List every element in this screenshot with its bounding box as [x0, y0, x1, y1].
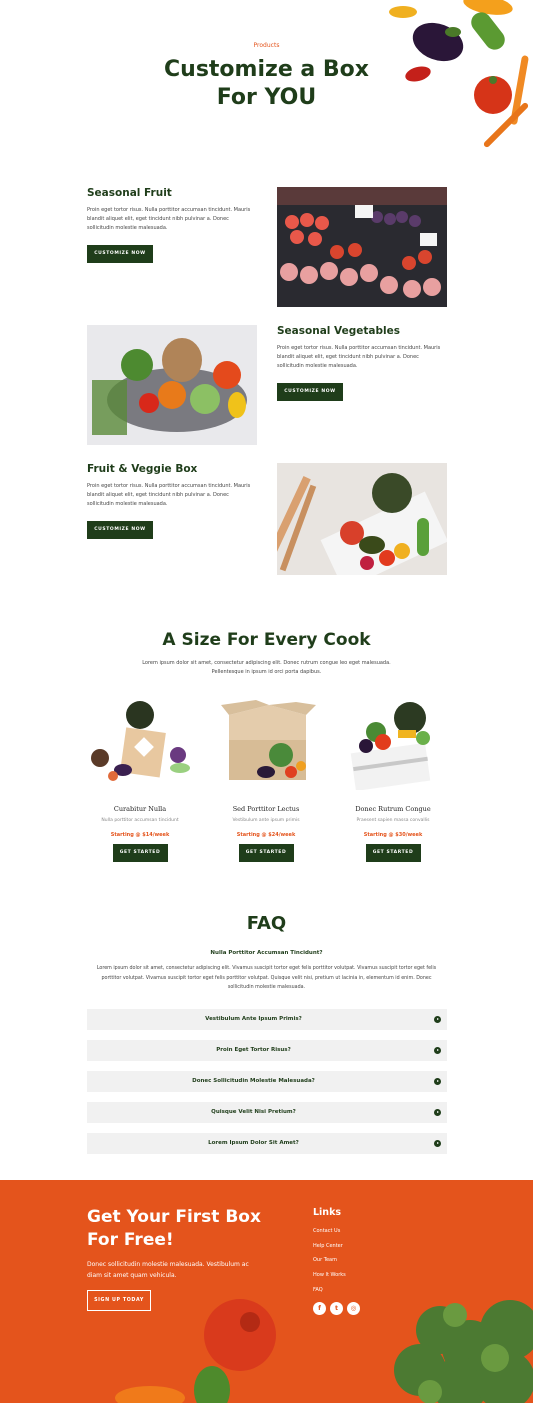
footer-link-faq[interactable]: FAQ	[313, 1287, 323, 1293]
feature-title: Seasonal Fruit	[87, 187, 172, 199]
get-started-button[interactable]: GET STARTED	[238, 844, 294, 862]
footer-link-our-team[interactable]: Our Team	[313, 1257, 337, 1263]
footer-text: Donec sollicitudin molestie malesuada. V…	[87, 1261, 249, 1279]
faq-item-label: Vestibulum Ante Ipsum Primis?	[205, 1016, 302, 1022]
facebook-icon[interactable]: f	[313, 1302, 326, 1315]
faq-open-question[interactable]: Nulla Porttitor Accumsan Tincidunt?	[0, 950, 533, 956]
size-card: Donec Rutrum Congue Praesent sapien mass…	[338, 700, 448, 862]
hero-section: Products Customize a Box For YOU	[0, 0, 533, 150]
feature-title: Fruit & Veggie Box	[87, 463, 198, 475]
get-started-button[interactable]: GET STARTED	[112, 844, 168, 862]
feature-title: Seasonal Vegetables	[277, 325, 400, 337]
card-price: Starting @ $30/week	[363, 832, 423, 838]
faq-item[interactable]: Quisque Velit Nisi Pretium?	[87, 1102, 447, 1123]
faq-item[interactable]: Proin Eget Tortor Risus?	[87, 1040, 447, 1061]
faq-open-answer: Lorem ipsum dolor sit amet, consectetur …	[96, 966, 437, 990]
footer-title: Get Your First Box For Free!	[87, 1207, 261, 1250]
customize-now-button[interactable]: CUSTOMIZE NOW	[87, 245, 153, 263]
twitter-icon[interactable]: t	[330, 1302, 343, 1315]
faq-item[interactable]: Lorem Ipsum Dolor Sit Amet?	[87, 1133, 447, 1154]
sign-up-button[interactable]: SIGN UP TODAY	[87, 1290, 151, 1311]
sizes-description: Lorem ipsum dolor sit amet, consectetur …	[142, 660, 391, 675]
customize-now-button[interactable]: CUSTOMIZE NOW	[277, 383, 343, 401]
faq-title: FAQ	[246, 913, 287, 934]
faq-item-label: Lorem Ipsum Dolor Sit Amet?	[208, 1140, 299, 1146]
feature-body: Proin eget tortor risus. Nulla porttitor…	[87, 483, 251, 507]
customize-now-button[interactable]: CUSTOMIZE NOW	[87, 521, 153, 539]
card-title: Sed Porttitor Lectus	[232, 805, 300, 813]
expand-icon[interactable]	[434, 1078, 441, 1085]
faq-item-label: Proin Eget Tortor Risus?	[216, 1047, 291, 1053]
card-subtitle: Praesent sapien massa convallis	[356, 818, 430, 823]
get-started-button[interactable]: GET STARTED	[365, 844, 421, 862]
card-price: Starting @ $24/week	[236, 832, 296, 838]
sizes-title: A Size For Every Cook	[162, 630, 371, 650]
footer-link-contact-us[interactable]: Contact Us	[313, 1228, 340, 1234]
footer-link-help-center[interactable]: Help Center	[313, 1243, 343, 1249]
vegetable-basket-image	[87, 325, 257, 445]
hero-title: Customize a Box For YOU	[164, 57, 369, 110]
expand-icon[interactable]	[434, 1140, 441, 1147]
box-large-image	[350, 702, 431, 791]
faq-item-label: Donec Sollicitudin Molestie Malesuada?	[192, 1078, 315, 1084]
card-title: Donec Rutrum Congue	[355, 805, 431, 813]
instagram-icon[interactable]: ◎	[347, 1302, 360, 1315]
card-subtitle: Vestibulum ante ipsum primis	[232, 818, 300, 823]
expand-icon[interactable]	[434, 1016, 441, 1023]
fruit-market-image	[277, 187, 447, 307]
box-small-image	[91, 701, 190, 781]
size-card: Sed Porttitor Lectus Vestibulum ante ips…	[211, 700, 321, 862]
veggie-box-image	[277, 463, 447, 575]
box-medium-image	[221, 700, 316, 780]
card-title: Curabitur Nulla	[113, 805, 167, 813]
card-subtitle: Nulla porttitor accumsan tincidunt	[101, 818, 179, 823]
card-price: Starting @ $14/week	[110, 832, 170, 838]
faq-item-label: Quisque Velit Nisi Pretium?	[211, 1109, 296, 1115]
feature-body: Proin eget tortor risus. Nulla porttitor…	[87, 207, 251, 231]
expand-icon[interactable]	[434, 1109, 441, 1116]
links-heading: Links	[313, 1207, 342, 1218]
expand-icon[interactable]	[434, 1047, 441, 1054]
faq-item[interactable]: Vestibulum Ante Ipsum Primis?	[87, 1009, 447, 1030]
faq-item[interactable]: Donec Sollicitudin Molestie Malesuada?	[87, 1071, 447, 1092]
size-card: Curabitur Nulla Nulla porttitor accumsan…	[85, 700, 195, 862]
footer: Get Your First Box For Free! Donec solli…	[0, 1180, 533, 1403]
footer-link-how-it-works[interactable]: How It Works	[313, 1272, 346, 1278]
products-eyebrow: Products	[253, 42, 280, 49]
feature-body: Proin eget tortor risus. Nulla porttitor…	[277, 345, 441, 369]
